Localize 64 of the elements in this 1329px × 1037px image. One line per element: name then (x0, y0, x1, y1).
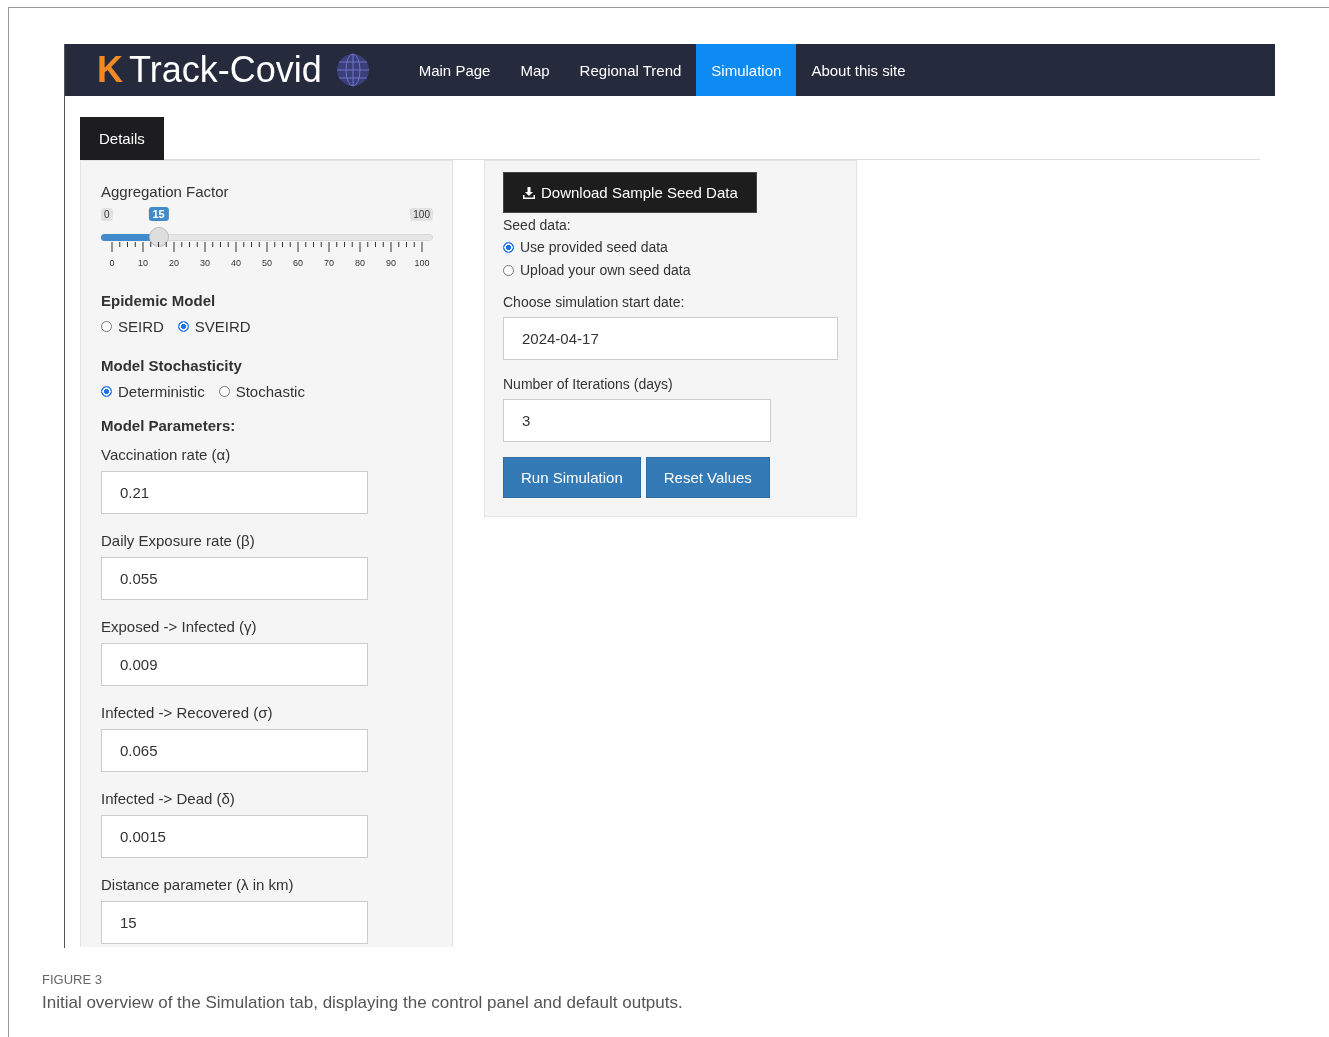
field-label: Choose simulation start date: (503, 294, 686, 310)
field-label: Daily Exposure rate (β) (101, 532, 256, 549)
field-label: Number of Iterations (days) (503, 376, 674, 392)
field-label: Infected -> Dead (δ) (101, 790, 236, 807)
nav-link[interactable]: About this site (796, 44, 921, 96)
radio-label: Use provided seed data (520, 239, 668, 255)
input-field[interactable]: 15 (101, 901, 368, 944)
tick-label: 10 (138, 258, 148, 268)
slider-track[interactable] (101, 227, 433, 248)
tick-label: 80 (355, 258, 365, 268)
nav-link[interactable]: Main Page (403, 44, 506, 96)
input-field[interactable]: 0.055 (101, 557, 368, 600)
radio-label: Upload your own seed data (520, 262, 691, 278)
action-button[interactable]: Run Simulation (503, 457, 641, 498)
slider-min-label: 0 (101, 208, 113, 221)
logo-title: Track-Covid (129, 49, 322, 91)
slider-max-label: 100 (410, 208, 433, 221)
field-label: Vaccination rate (α) (101, 446, 232, 463)
figure-caption: Initial overview of the Simulation tab, displaying the control panel and default outputs. (42, 993, 684, 1013)
radio-label: SVEIRD (194, 318, 251, 335)
section-heading: Model Parameters: (101, 417, 237, 434)
tick-label: 90 (386, 258, 396, 268)
field-label: Distance parameter (λ in km) (101, 876, 295, 893)
slider-label: Aggregation Factor (101, 183, 230, 200)
field-label: Infected -> Recovered (σ) (101, 704, 274, 721)
radio-button[interactable] (177, 321, 189, 332)
logo-mark: K (97, 49, 123, 91)
figure-label: FIGURE 3 (42, 972, 103, 987)
action-button[interactable]: Reset Values (645, 457, 770, 498)
tick-label: 100 (414, 258, 430, 268)
input-field[interactable]: 0.21 (101, 471, 368, 514)
download-icon (522, 185, 536, 200)
tick-label: 60 (293, 258, 303, 268)
slider-thumb[interactable] (148, 227, 169, 247)
input-field[interactable]: 0.009 (101, 643, 368, 686)
field-label: Seed data: (503, 217, 572, 233)
tick-label: 70 (324, 258, 334, 268)
radio-button[interactable] (503, 264, 514, 276)
slider-value-badge: 15 (148, 207, 169, 221)
nav-link[interactable]: Map (505, 44, 565, 96)
tick-label: 40 (231, 258, 241, 268)
radio-label: Deterministic (118, 383, 205, 400)
section-heading: Model Stochasticity (101, 357, 243, 374)
nav-link[interactable]: Simulation (696, 44, 797, 96)
radio-button[interactable] (101, 386, 112, 397)
tick-label: 30 (200, 258, 210, 268)
field-label: Exposed -> Infected (γ) (101, 618, 258, 635)
input-field[interactable]: 2024-04-17 (503, 317, 838, 360)
radio-button[interactable] (218, 386, 230, 397)
input-field[interactable]: 0.0015 (101, 815, 368, 858)
radio-label: SEIRD (118, 318, 164, 335)
input-field[interactable]: 3 (503, 399, 771, 442)
tick-label: 50 (262, 258, 272, 268)
download-button[interactable]: Download Sample Seed Data (503, 172, 757, 213)
radio-button[interactable] (503, 241, 514, 253)
nav-link[interactable]: Regional Trend (564, 44, 697, 96)
tick-label: 0 (109, 258, 115, 268)
globe-icon (335, 53, 370, 87)
radio-button[interactable] (101, 321, 112, 332)
tab[interactable]: Details (80, 117, 164, 160)
radio-label: Stochastic (235, 383, 305, 400)
tick-label: 20 (169, 258, 179, 268)
input-field[interactable]: 0.065 (101, 729, 368, 772)
section-heading: Epidemic Model (101, 292, 217, 309)
